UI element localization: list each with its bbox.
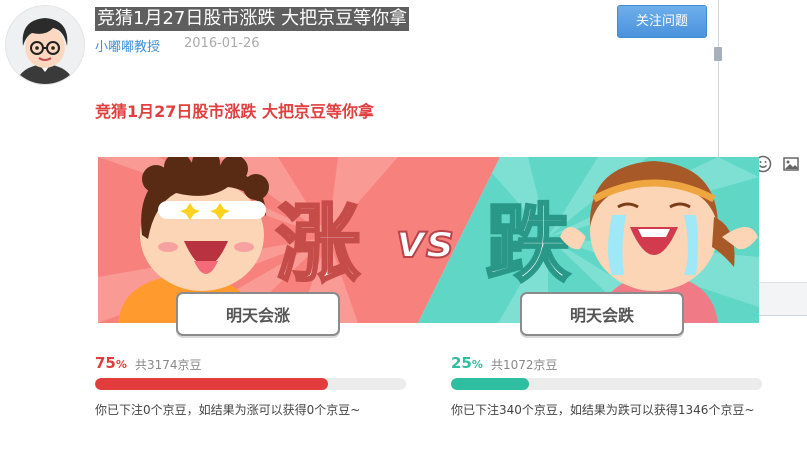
down-total: 共1072京豆	[491, 358, 558, 372]
vote-up-button[interactable]: 明天会涨	[176, 292, 340, 336]
post-date: 2016-01-26	[184, 36, 260, 51]
banner-right-char: 跌	[486, 195, 570, 293]
follow-question-button[interactable]: 关注问题	[617, 5, 707, 38]
banner-vs-text: vs	[396, 214, 453, 268]
up-bet-note: 你已下注0个京豆，如结果为涨可以获得0个京豆~	[95, 403, 361, 417]
up-percent-sign: %	[115, 358, 127, 371]
vote-down-button[interactable]: 明天会跌	[520, 292, 684, 336]
down-progress-track	[451, 378, 762, 390]
post-subtitle: 竞猜1月27日股市涨跌 大把京豆等你拿	[95, 102, 374, 121]
up-progress-fill	[95, 378, 329, 390]
down-bet-note: 你已下注340个京豆，如结果为跌可以获得1346个京豆~	[451, 403, 755, 417]
up-progress-track	[95, 378, 406, 390]
post-title: 竞猜1月27日股市涨跌 大把京豆等你拿	[95, 7, 410, 31]
panel-collapse-handle[interactable]	[714, 47, 722, 61]
author-link[interactable]: 小嘟嘟教授	[95, 36, 160, 55]
down-percent-sign: %	[471, 358, 483, 371]
avatar[interactable]	[6, 6, 84, 84]
up-percentage-value: 75	[95, 354, 116, 372]
banner-left-char: 涨	[276, 195, 360, 293]
up-percentage: 75%	[95, 354, 127, 372]
down-progress-fill	[451, 378, 529, 390]
down-percentage: 25%	[451, 354, 483, 372]
down-percentage-value: 25	[451, 354, 472, 372]
image-icon[interactable]	[781, 154, 801, 174]
up-total: 共3174京豆	[135, 358, 202, 372]
